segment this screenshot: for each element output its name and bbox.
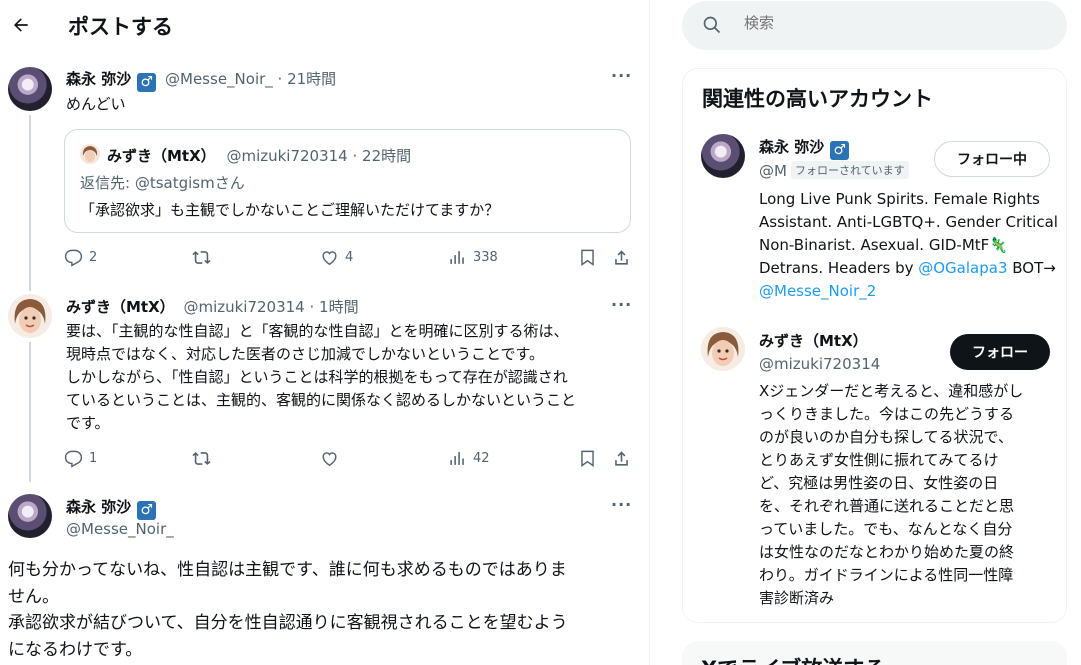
bookmark-icon	[581, 249, 594, 267]
tweet-text: 要は、「主観的な性自認」と「客観的な性自認」とを明確に区別する術は、 現時点では…	[66, 322, 577, 432]
share-button[interactable]	[612, 449, 631, 468]
share-button[interactable]	[612, 248, 631, 267]
author-handle[interactable]: @Messe_Noir_	[66, 520, 174, 538]
heart-icon	[322, 251, 337, 266]
quote-tweet[interactable]: みずき（MtX） @mizuki720314 · 22時間 返信先: @tsat…	[64, 129, 631, 233]
bookmark-button[interactable]	[578, 449, 597, 468]
account-handle[interactable]: @M	[759, 162, 787, 180]
more-options-icon[interactable]: ···	[611, 66, 632, 85]
avatar[interactable]	[701, 134, 745, 178]
quote-handle-time: @mizuki720314 · 22時間	[226, 147, 412, 165]
follow-button[interactable]: フォロー	[950, 334, 1050, 370]
reply-count: 1	[89, 451, 98, 466]
male-badge-icon: ♂	[137, 501, 157, 520]
page-title: ポストする	[68, 15, 173, 39]
avatar[interactable]	[8, 67, 52, 111]
reply-button[interactable]: 2	[64, 248, 97, 267]
reply-count: 2	[89, 250, 98, 265]
views-icon	[450, 452, 464, 465]
view-count: 338	[473, 250, 498, 265]
bio-link[interactable]: @Messe_Noir_2	[759, 282, 876, 300]
account-handle[interactable]: @mizuki720314	[759, 355, 880, 373]
author-name[interactable]: みずき（MtX）	[66, 298, 175, 316]
quote-text: 「承認欲求」も主観でしかないことご理解いただけてますか？	[80, 201, 500, 219]
search-input[interactable]	[744, 14, 1044, 32]
more-options-icon[interactable]: ···	[611, 495, 632, 514]
author-name[interactable]: 森永 弥沙	[66, 70, 131, 88]
tweet-header: 森永 弥沙 ♂ @Messe_Noir_ · 21時間	[66, 68, 336, 92]
retweet-icon	[192, 251, 211, 264]
thread-line	[29, 342, 31, 482]
top-bar: ポストする	[0, 0, 649, 52]
account-name[interactable]: みずき（MtX）	[759, 330, 868, 351]
views-button[interactable]: 338	[448, 248, 498, 267]
post-author: 森永 弥沙 ♂	[66, 496, 157, 520]
view-count: 42	[473, 451, 490, 466]
avatar[interactable]	[8, 494, 52, 538]
author-handle-time[interactable]: @Messe_Noir_ · 21時間	[165, 70, 336, 88]
author-handle-time[interactable]: @mizuki720314 · 1時間	[183, 298, 358, 316]
search-icon	[703, 16, 721, 34]
views-button[interactable]: 42	[448, 449, 490, 468]
account-bio: Long Live Punk Spirits. Female Rights As…	[759, 190, 1058, 300]
author-name[interactable]: 森永 弥沙	[66, 498, 131, 516]
panel-title: 関連性の高いアカウント	[702, 87, 933, 111]
tweet-header: みずき（MtX） @mizuki720314 · 1時間	[66, 296, 359, 317]
retweet-button[interactable]	[192, 248, 211, 267]
tweet-actions: 2 4 338	[64, 248, 636, 270]
reply-icon	[64, 450, 83, 468]
back-button[interactable]	[6, 10, 36, 40]
live-panel: Xでライブ放送する	[682, 641, 1067, 665]
quote-header: みずき（MtX） @mizuki720314 · 22時間	[107, 145, 411, 166]
follows-you-badge: フォローされています	[790, 161, 909, 179]
like-button[interactable]	[320, 449, 339, 468]
male-badge-icon: ♂	[137, 73, 157, 92]
thread-line	[29, 115, 31, 291]
tweet-text: めんどい	[66, 95, 126, 113]
bookmark-icon	[581, 450, 594, 468]
quote-reply-to: 返信先: @tsatgismさん	[80, 174, 245, 192]
retweet-icon	[192, 452, 211, 465]
avatar[interactable]	[701, 327, 745, 371]
search-bar[interactable]	[682, 1, 1067, 50]
post-text: 何も分かってないね、性自認は主観です、誰に何も求めるものではありま せん。 承認…	[8, 560, 568, 660]
reply-icon	[64, 249, 83, 267]
share-icon	[615, 451, 628, 466]
quote-avatar	[80, 144, 100, 164]
main-column: ポストする 森永 弥沙 ♂ @Messe_Noir_ · 21時間 ··· めんど…	[0, 0, 650, 665]
tweet-actions: 1 42	[64, 449, 636, 471]
retweet-button[interactable]	[192, 449, 211, 468]
account-name[interactable]: 森永 弥沙	[759, 138, 824, 156]
male-badge-icon: ♂	[830, 141, 850, 160]
heart-icon	[322, 452, 337, 467]
account-name-row: 森永 弥沙 ♂	[759, 136, 850, 160]
bookmark-button[interactable]	[578, 248, 597, 267]
account-handle-row: @M フォローされています	[759, 161, 909, 180]
related-accounts-panel: 関連性の高いアカウント 森永 弥沙 ♂ @M フォローされています フォロー中 Lo…	[682, 68, 1067, 623]
following-button[interactable]: フォロー中	[934, 141, 1050, 177]
quote-author-name: みずき（MtX）	[107, 147, 216, 165]
avatar[interactable]	[8, 294, 52, 338]
views-icon	[450, 251, 464, 264]
like-button[interactable]: 4	[320, 248, 353, 267]
reply-button[interactable]: 1	[64, 449, 97, 468]
share-icon	[615, 250, 628, 265]
bio-link[interactable]: @OGalapa3	[918, 259, 1007, 277]
account-bio: Xジェンダーだと考えると、違和感がし っくりきました。今はこの先どうする のが良…	[759, 382, 1024, 607]
arrow-left-icon	[14, 18, 28, 32]
live-panel-title: Xでライブ放送する	[701, 653, 885, 665]
more-options-icon[interactable]: ···	[611, 295, 632, 314]
like-count: 4	[345, 250, 354, 265]
